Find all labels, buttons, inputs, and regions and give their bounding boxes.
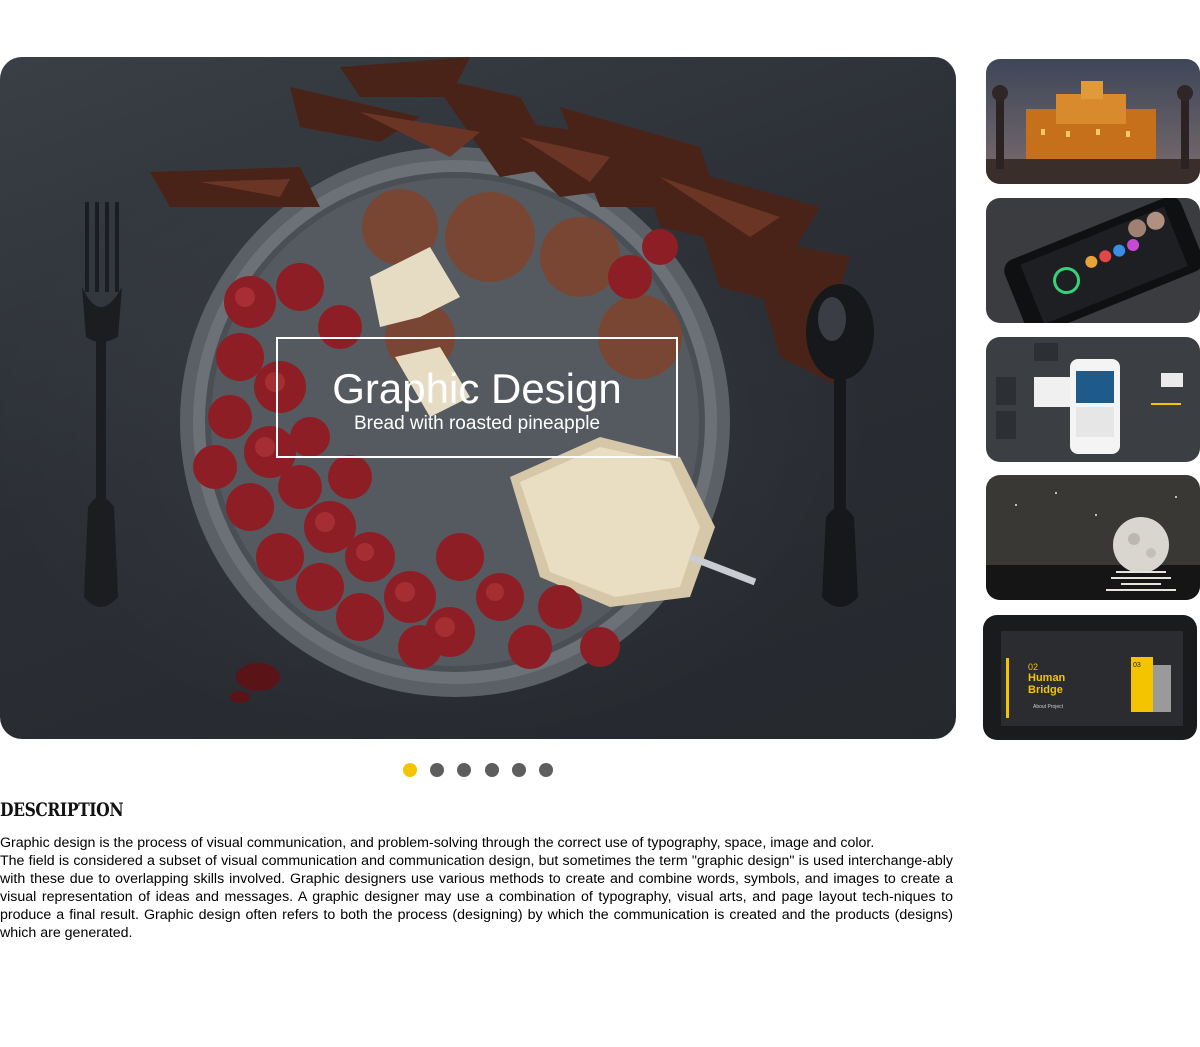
description-heading: DESCRIPTION bbox=[0, 799, 124, 821]
description-body: Graphic design is the process of visual … bbox=[0, 834, 953, 942]
thumb5-number-03: 03 bbox=[1133, 662, 1141, 669]
phone-app-ui-photo bbox=[986, 198, 1200, 323]
thumb5-about-text: About Project bbox=[1033, 704, 1064, 710]
castle-at-dusk-photo bbox=[986, 59, 1200, 184]
moon-over-water-photo bbox=[986, 475, 1200, 600]
slide-title: Graphic Design bbox=[332, 365, 622, 412]
slide-dot-1[interactable] bbox=[403, 763, 417, 777]
main-slide[interactable]: Graphic Design Bread with roasted pineap… bbox=[0, 57, 956, 739]
human-bridge-website-photo: 02 Human Bridge About Project 03 bbox=[983, 615, 1197, 740]
thumbnail-1[interactable] bbox=[986, 59, 1200, 184]
thumbnail-4[interactable] bbox=[986, 475, 1200, 600]
thumbnail-5[interactable]: 02 Human Bridge About Project 03 bbox=[983, 615, 1197, 740]
slide-subtitle: Bread with roasted pineapple bbox=[353, 413, 601, 434]
slide-dot-3[interactable] bbox=[457, 763, 471, 777]
description-paragraph-2: The field is considered a subset of visu… bbox=[0, 853, 953, 941]
description-paragraph-1: Graphic design is the process of visual … bbox=[0, 835, 875, 851]
thumb5-bridge-text: Bridge bbox=[1028, 684, 1063, 696]
thumb5-human-text: Human bbox=[1028, 672, 1066, 684]
slide-dot-2[interactable] bbox=[430, 763, 444, 777]
slide-dot-6[interactable] bbox=[539, 763, 553, 777]
caption-box: Graphic Design Bread with roasted pineap… bbox=[276, 337, 678, 458]
thumbnail-2[interactable] bbox=[986, 198, 1200, 323]
mobile-app-screens-photo bbox=[986, 337, 1200, 462]
slide-dot-4[interactable] bbox=[485, 763, 499, 777]
thumbnail-3[interactable] bbox=[986, 337, 1200, 462]
slide-dot-5[interactable] bbox=[512, 763, 526, 777]
thumb5-number-02: 02 bbox=[1028, 662, 1038, 672]
